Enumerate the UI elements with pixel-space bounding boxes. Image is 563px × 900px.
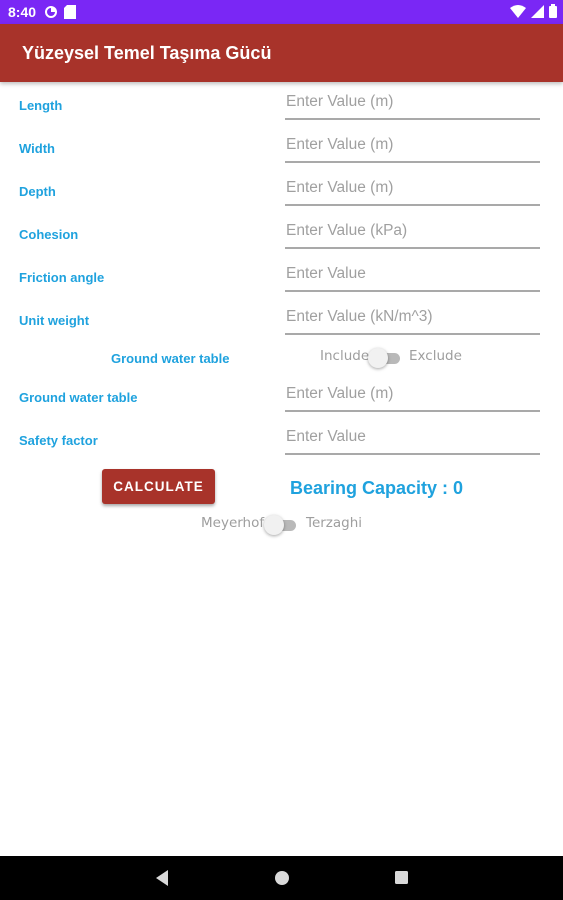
- include-text: Include: [320, 348, 370, 364]
- sd-card-icon: [64, 5, 76, 24]
- friction-angle-input[interactable]: [285, 262, 540, 292]
- calculate-button[interactable]: CALCULATE: [102, 469, 215, 504]
- bearing-capacity-result: Bearing Capacity : 0: [290, 478, 464, 498]
- app-title: Yüzeysel Temel Taşıma Gücü: [22, 43, 272, 63]
- battery-icon: [549, 4, 557, 23]
- cohesion-input[interactable]: [285, 219, 540, 249]
- groundwater-input[interactable]: [285, 382, 540, 412]
- app-screen: 8:40 Yüzeysel Temel Taşıma Gücü Length E…: [0, 0, 563, 900]
- toggle-thumb: [264, 515, 284, 535]
- length-label: Length: [19, 98, 63, 113]
- groundwater-label: Ground water table: [19, 390, 138, 405]
- terzaghi-text: Terzaghi: [306, 515, 363, 531]
- wifi-icon: [510, 4, 526, 23]
- meyerhof-text: Meyerhof: [201, 515, 265, 531]
- width-label: Width: [19, 141, 55, 156]
- signal-icon: [531, 4, 544, 23]
- safety-factor-input[interactable]: [285, 425, 540, 455]
- friction-angle-label: Friction angle: [19, 270, 105, 285]
- status-time: 8:40: [8, 4, 37, 20]
- length-input[interactable]: [285, 90, 540, 120]
- home-icon[interactable]: [274, 870, 290, 891]
- groundwater-switch-label: Ground water table: [111, 351, 230, 366]
- unit-weight-input[interactable]: [285, 305, 540, 335]
- exclude-text: Exclude: [409, 348, 462, 364]
- groundwater-toggle[interactable]: [368, 348, 402, 368]
- safety-factor-label: Safety factor: [19, 433, 98, 448]
- unit-weight-label: Unit weight: [19, 313, 90, 328]
- depth-input[interactable]: [285, 176, 540, 206]
- method-toggle[interactable]: [264, 515, 298, 535]
- settings-gear-icon: [44, 5, 58, 24]
- navigation-bar: [0, 856, 563, 900]
- cohesion-label: Cohesion: [19, 227, 79, 242]
- recents-icon[interactable]: [394, 870, 409, 890]
- back-icon[interactable]: [154, 869, 170, 892]
- width-input[interactable]: [285, 133, 540, 163]
- toggle-thumb: [368, 348, 388, 368]
- depth-label: Depth: [19, 184, 56, 199]
- status-bar: 8:40: [0, 0, 563, 24]
- app-bar: Yüzeysel Temel Taşıma Gücü: [0, 24, 563, 82]
